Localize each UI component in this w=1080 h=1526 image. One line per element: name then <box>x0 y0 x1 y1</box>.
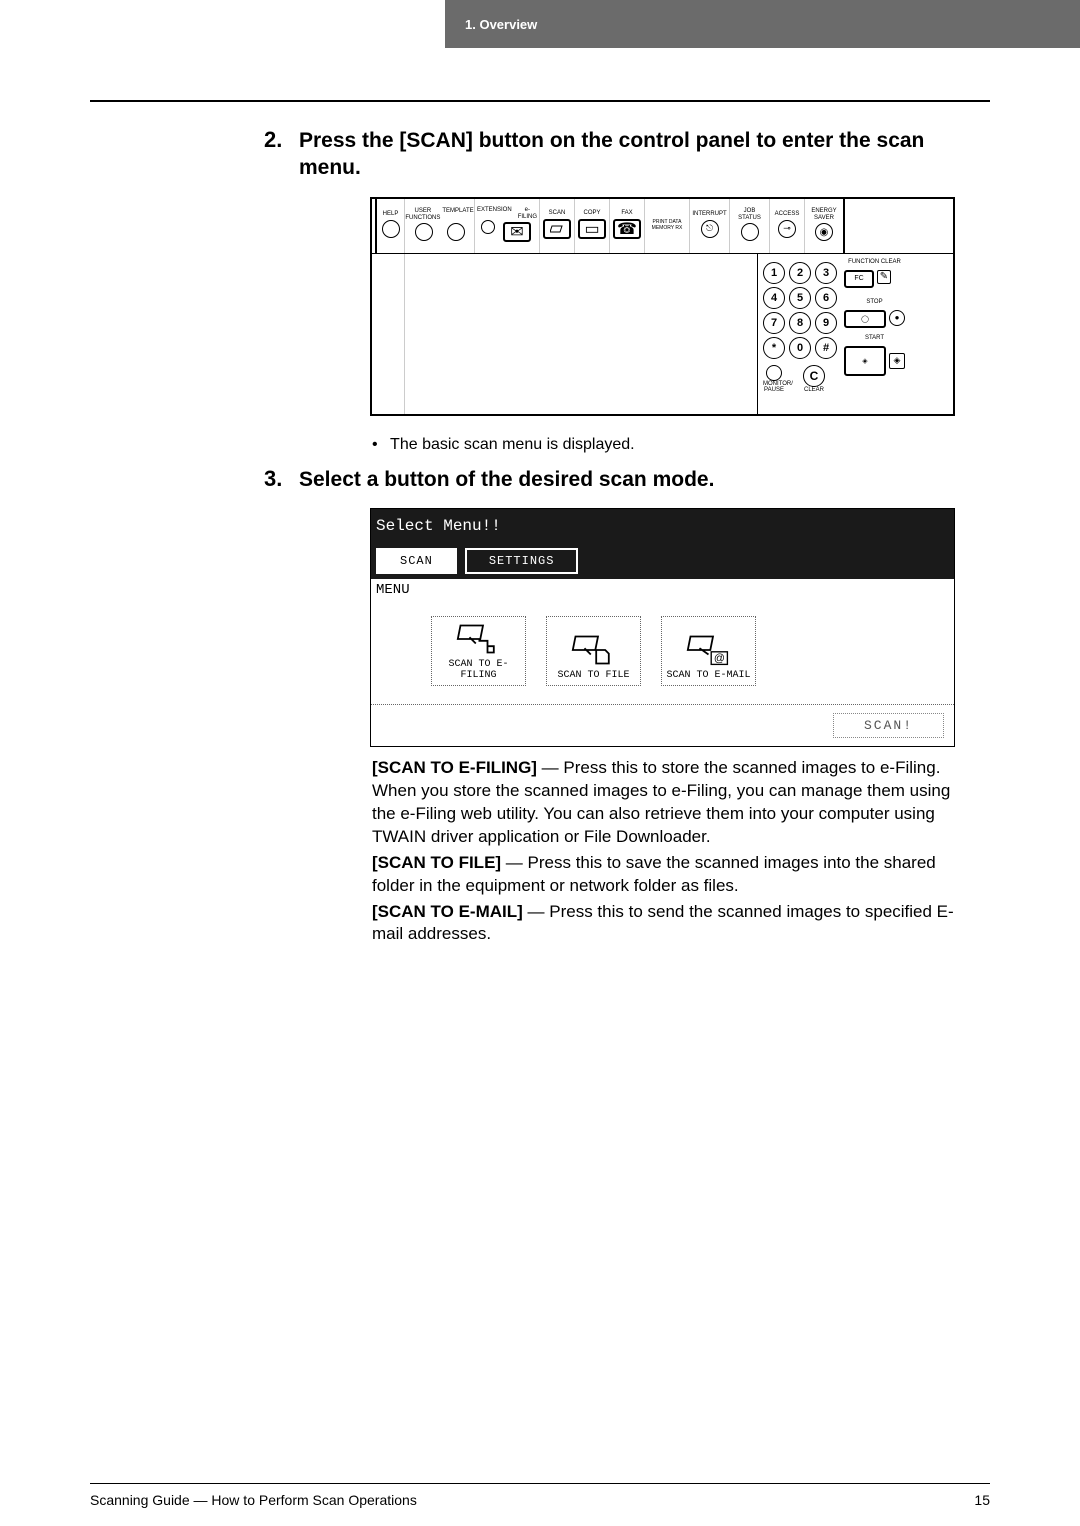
keypad-8[interactable]: 8 <box>789 312 811 334</box>
keypad-9[interactable]: 9 <box>815 312 837 334</box>
interrupt-label: INTERRUPT <box>692 211 726 218</box>
template-label: TEMPLATE <box>442 208 473 221</box>
energy-saver-label: ENERGY SAVER <box>810 208 838 221</box>
header-section: 1. Overview <box>445 0 1080 48</box>
divider-top <box>90 100 990 102</box>
page-footer: Scanning Guide — How to Perform Scan Ope… <box>90 1483 990 1508</box>
keypad-5[interactable]: 5 <box>789 287 811 309</box>
footer-left: Scanning Guide — How to Perform Scan Ope… <box>90 1492 417 1508</box>
extension-button[interactable] <box>481 220 495 234</box>
tab-settings[interactable]: SETTINGS <box>465 548 579 574</box>
menu-label: MENU <box>371 579 954 601</box>
step-3-text: Select a button of the desired scan mode… <box>299 466 714 493</box>
page-number: 15 <box>974 1492 990 1508</box>
desc-efiling: [SCAN TO E-FILING] — Press this to store… <box>372 757 975 849</box>
keypad-star[interactable]: * <box>763 337 785 359</box>
job-status-label: JOB STATUS <box>735 208 764 221</box>
scan-button[interactable] <box>543 219 571 239</box>
stop-button[interactable]: ◯ <box>844 310 886 328</box>
start-label: START <box>844 335 905 341</box>
fax-button[interactable]: ☎ <box>613 219 641 239</box>
template-button[interactable] <box>447 223 465 241</box>
fc-edit-icon[interactable]: ✎ <box>877 270 891 284</box>
job-status-button[interactable] <box>741 223 759 241</box>
bullet-basic-scan: The basic scan menu is displayed. <box>372 436 990 454</box>
control-panel-screen <box>405 254 758 414</box>
keypad-3[interactable]: 3 <box>815 262 837 284</box>
start-button[interactable]: ◈ <box>844 346 886 376</box>
desc-file: [SCAN TO FILE] — Press this to save the … <box>372 852 975 898</box>
scan-to-email-label: SCAN TO E-MAIL <box>666 670 750 681</box>
svg-text:@: @ <box>714 653 725 665</box>
scan-to-file-label: SCAN TO FILE <box>557 670 629 681</box>
access-button[interactable]: ⊸ <box>778 220 796 238</box>
desc-email-label: [SCAN TO E-MAIL] <box>372 902 523 921</box>
desc-email: [SCAN TO E-MAIL] — Press this to send th… <box>372 901 975 947</box>
control-panel-figure: HELP USER FUNCTIONS TEMPLATE EXTENSI <box>370 197 955 416</box>
monitor-pause-button[interactable] <box>766 365 782 381</box>
help-label: HELP <box>383 211 399 218</box>
keypad-2[interactable]: 2 <box>789 262 811 284</box>
fc-button[interactable]: FC <box>844 270 874 288</box>
help-button[interactable] <box>382 220 400 238</box>
step-2-text: Press the [SCAN] button on the control p… <box>299 127 990 182</box>
clear-button[interactable]: C <box>803 365 825 387</box>
extension-label: EXTENSION <box>477 207 512 220</box>
copy-button[interactable]: ▭ <box>578 219 606 239</box>
memory-rx-label: MEMORY RX <box>652 226 683 232</box>
scan-label: SCAN <box>549 210 566 217</box>
keypad-4[interactable]: 4 <box>763 287 785 309</box>
step-2: 2. Press the [SCAN] button on the contro… <box>90 127 990 182</box>
function-clear-label: FUNCTION CLEAR <box>844 259 905 265</box>
scan-to-efiling-label: SCAN TO E-FILING <box>432 659 525 681</box>
touch-panel-figure: Select Menu!! SCAN SETTINGS MENU SCAN TO… <box>370 508 955 747</box>
scan-execute-button[interactable]: SCAN! <box>833 713 944 738</box>
stop-label: STOP <box>844 299 905 305</box>
step-3: 3. Select a button of the desired scan m… <box>90 466 990 493</box>
desc-efiling-label: [SCAN TO E-FILING] <box>372 758 537 777</box>
desc-file-label: [SCAN TO FILE] <box>372 853 501 872</box>
user-functions-button[interactable] <box>415 223 433 241</box>
keypad-6[interactable]: 6 <box>815 287 837 309</box>
keypad-7[interactable]: 7 <box>763 312 785 334</box>
clear-label: CLEAR <box>789 387 839 393</box>
touch-panel-title: Select Menu!! <box>371 509 954 543</box>
keypad-1[interactable]: 1 <box>763 262 785 284</box>
monitor-pause-label: MONITOR/ PAUSE <box>763 381 785 393</box>
scan-to-file-icon <box>571 630 616 670</box>
efiling-label: e-FILING <box>518 207 537 220</box>
step-3-number: 3. <box>264 466 299 493</box>
step-2-number: 2. <box>264 127 299 182</box>
stop-indicator-icon: ● <box>889 310 905 326</box>
energy-saver-button[interactable]: ◉ <box>815 223 833 241</box>
scan-to-file-button[interactable]: SCAN TO FILE <box>546 616 641 686</box>
scan-icon <box>550 224 564 234</box>
efiling-button[interactable]: ✉ <box>503 222 531 242</box>
tab-scan[interactable]: SCAN <box>376 548 457 574</box>
access-label: ACCESS <box>775 211 800 218</box>
scan-to-email-button[interactable]: @ SCAN TO E-MAIL <box>661 616 756 686</box>
start-alt-icon[interactable]: ◈ <box>889 353 905 369</box>
interrupt-button[interactable]: ⎋ <box>701 220 719 238</box>
keypad-0[interactable]: 0 <box>789 337 811 359</box>
scan-to-email-icon: @ <box>686 630 731 670</box>
scan-to-efiling-button[interactable]: SCAN TO E-FILING <box>431 616 526 686</box>
fax-label: FAX <box>621 210 632 217</box>
scan-to-efiling-icon <box>456 619 501 659</box>
keypad-hash[interactable]: # <box>815 337 837 359</box>
copy-label: COPY <box>583 210 600 217</box>
user-functions-label: USER FUNCTIONS <box>405 208 440 221</box>
